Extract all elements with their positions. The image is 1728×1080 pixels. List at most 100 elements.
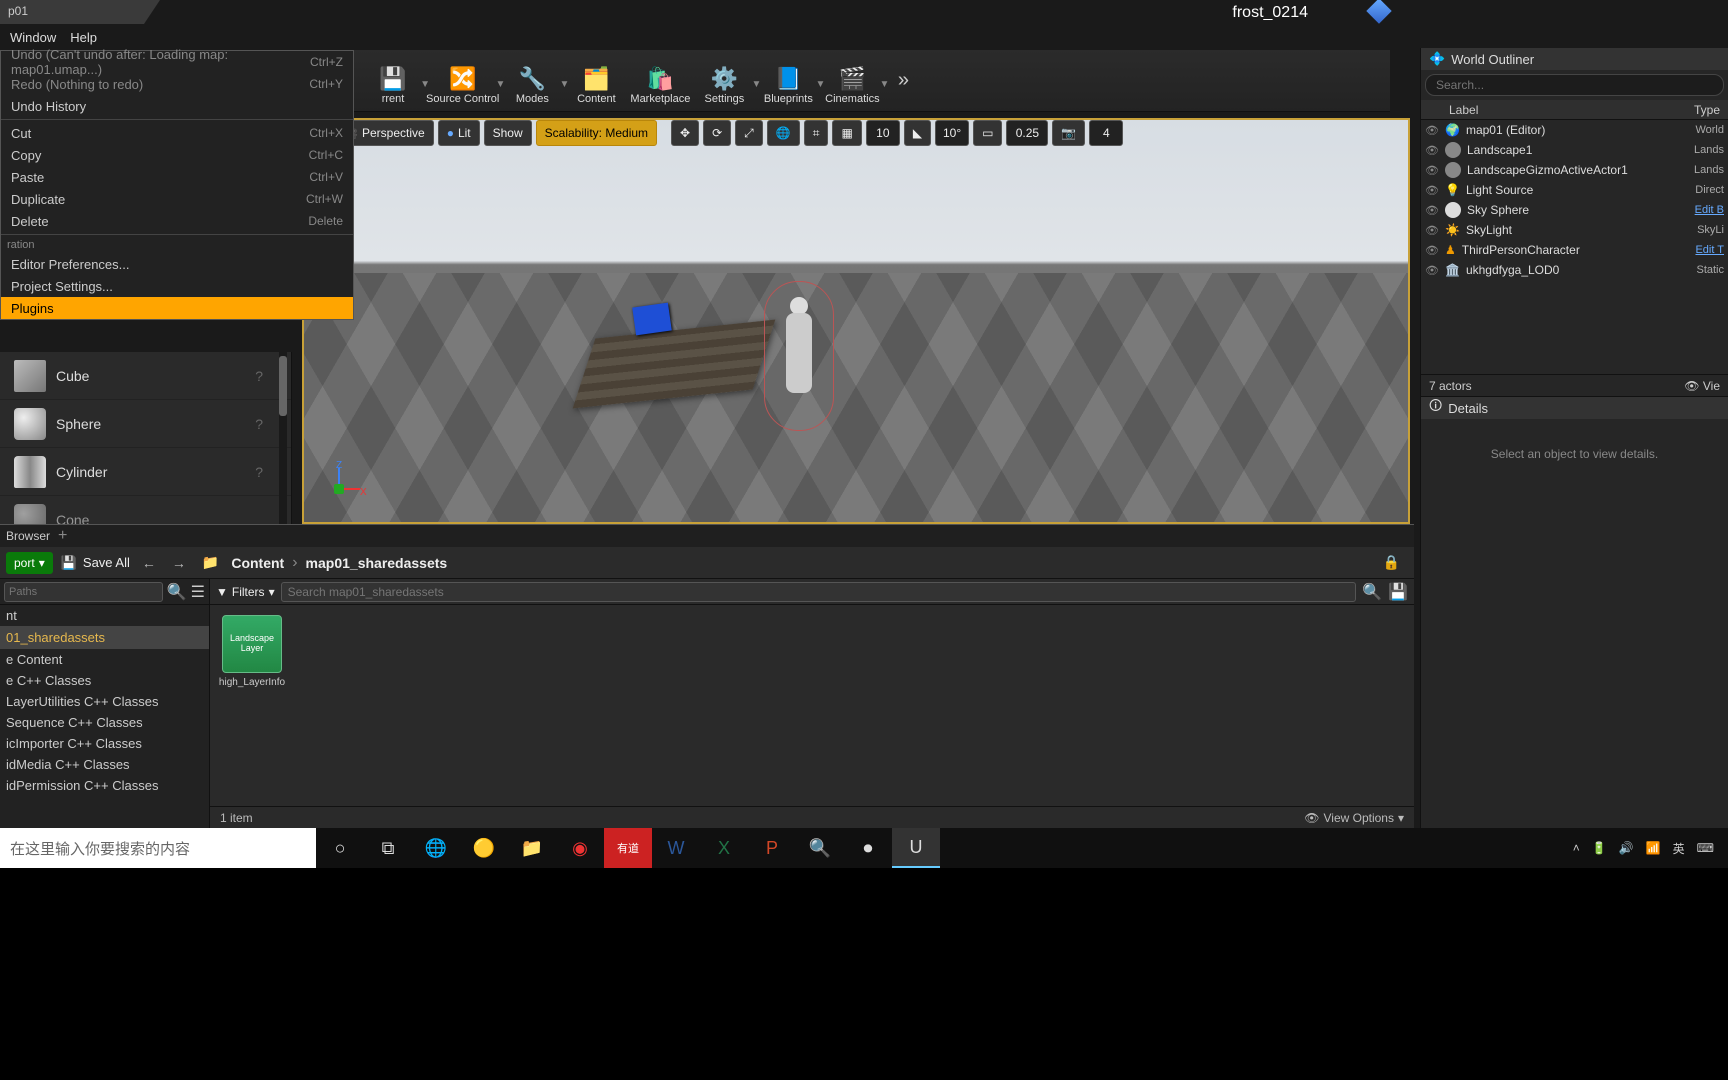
angle-snap-toggle[interactable]: ◣ [904, 120, 931, 146]
cb-tab[interactable]: Browser [6, 529, 50, 543]
app-icon[interactable]: 🔍 [796, 828, 844, 868]
excel-icon[interactable]: X [700, 828, 748, 868]
explorer-icon[interactable]: 📁 [508, 828, 556, 868]
sources-search-input[interactable] [4, 582, 163, 602]
scale-snap-toggle[interactable]: ▭ [973, 120, 1002, 146]
nav-forward-button[interactable]: → [168, 555, 190, 571]
outliner-col-label[interactable]: Label [1449, 103, 1478, 117]
volume-icon[interactable]: 🔊 [1619, 841, 1634, 855]
tree-item[interactable]: Sequence C++ Classes [0, 712, 209, 733]
tree-item[interactable]: e Content [0, 649, 209, 670]
edit-undo-history[interactable]: Undo History [1, 95, 353, 117]
lock-icon[interactable]: 🔒 [1383, 554, 1408, 571]
edit-plugins[interactable]: Plugins [1, 297, 353, 319]
grid-snap-value[interactable]: 10 [866, 120, 900, 146]
angle-snap-value[interactable]: 10° [935, 120, 969, 146]
cortana-icon[interactable]: ○ [316, 828, 364, 868]
outliner-row[interactable]: 👁☀️SkyLightSkyLi [1421, 220, 1728, 240]
edit-cut[interactable]: CutCtrl+X [1, 122, 353, 144]
grid-snap-toggle[interactable]: ▦ [832, 120, 861, 146]
system-tray[interactable]: ˄ 🔋 🔊 📶 英 ⌨ [1559, 840, 1728, 857]
edit-paste[interactable]: PasteCtrl+V [1, 166, 353, 188]
camera-speed-toggle[interactable]: 📷 [1052, 120, 1085, 146]
outliner-col-type[interactable]: Type [1694, 103, 1720, 117]
transform-mode-rotate[interactable]: ⟳ [703, 120, 731, 146]
scalability-dropdown[interactable]: Scalability: Medium [536, 120, 657, 146]
visibility-icon[interactable]: 👁 [1425, 244, 1439, 257]
outliner-search-input[interactable] [1425, 74, 1724, 96]
taskview-icon[interactable]: ⧉ [364, 828, 412, 868]
details-tab[interactable]: 🛈Details [1421, 397, 1728, 419]
transform-mode-select[interactable]: ✥ [671, 120, 699, 146]
nav-back-button[interactable]: ← [138, 555, 160, 571]
windows-search-input[interactable]: 在这里输入你要搜索的内容 [0, 828, 316, 868]
outliner-row[interactable]: 👁🏛️ukhgdfyga_LOD0Static [1421, 260, 1728, 280]
outliner-row[interactable]: 👁🌍map01 (Editor)World [1421, 120, 1728, 140]
visibility-icon[interactable]: 👁 [1425, 204, 1439, 217]
import-button[interactable]: port▾ [6, 552, 53, 574]
app-icon[interactable]: ◉ [556, 828, 604, 868]
tree-item[interactable]: LayerUtilities C++ Classes [0, 691, 209, 712]
toolbar-overflow-icon[interactable]: » [891, 69, 915, 93]
lit-dropdown[interactable]: ●Lit [438, 120, 480, 146]
collapse-icon[interactable]: ☰ [191, 582, 205, 602]
asset-search-input[interactable] [281, 582, 1357, 602]
viewport-3d[interactable]: Z X [302, 118, 1410, 524]
thirdperson-character-actor[interactable] [774, 297, 824, 427]
asset-item[interactable]: Landscape Layer high_LayerInfo [220, 615, 284, 688]
outliner-row[interactable]: 👁LandscapeGizmoActiveActor1Lands [1421, 160, 1728, 180]
save-search-icon[interactable]: 💾 [1388, 582, 1408, 602]
obs-icon[interactable]: ⏺ [844, 828, 892, 868]
palette-scrollbar[interactable] [279, 352, 287, 524]
outliner-row[interactable]: 👁Sky SphereEdit B [1421, 200, 1728, 220]
outliner-viewoptions[interactable]: 👁 Vie [1684, 379, 1720, 393]
breadcrumb-root[interactable]: Content [231, 555, 284, 571]
filters-button[interactable]: ▼Filters▾ [216, 585, 275, 599]
toolbar-modes-button[interactable]: 🔧Modes▼ [501, 53, 563, 109]
toolbar-content-button[interactable]: 🗂️Content [565, 53, 627, 109]
ime-label[interactable]: 英 [1673, 840, 1685, 857]
tree-item[interactable]: nt [0, 605, 209, 626]
scrollbar-thumb[interactable] [279, 356, 287, 416]
outliner-row[interactable]: 👁💡Light SourceDirect [1421, 180, 1728, 200]
visibility-icon[interactable]: 👁 [1425, 164, 1439, 177]
menu-window[interactable]: Window [10, 30, 56, 48]
tree-item-selected[interactable]: 01_sharedassets [0, 626, 209, 649]
edit-undo[interactable]: Undo (Can't undo after: Loading map: map… [1, 51, 353, 73]
edge-icon[interactable]: 🌐 [412, 828, 460, 868]
view-options-button[interactable]: 👁View Options▾ [1304, 811, 1404, 825]
palette-item-cylinder[interactable]: Cylinder? [0, 448, 291, 496]
palette-item-sphere[interactable]: Sphere? [0, 400, 291, 448]
toolbar-sourcecontrol-button[interactable]: 🔀Source Control▼ [426, 53, 499, 109]
edit-duplicate[interactable]: DuplicateCtrl+W [1, 188, 353, 210]
outliner-row[interactable]: 👁♟ThirdPersonCharacterEdit T [1421, 240, 1728, 260]
tree-item[interactable]: idMedia C++ Classes [0, 754, 209, 775]
save-all-button[interactable]: 💾Save All [61, 555, 130, 571]
edit-delete[interactable]: DeleteDelete [1, 210, 353, 232]
powerpoint-icon[interactable]: P [748, 828, 796, 868]
outliner-row[interactable]: 👁Landscape1Lands [1421, 140, 1728, 160]
search-icon[interactable]: 🔍 [1362, 582, 1382, 602]
transform-mode-scale[interactable]: ⤢ [735, 120, 763, 146]
toolbar-savecurrent-button[interactable]: 💾rrent▼ [362, 53, 424, 109]
folder-icon[interactable]: 📁 [198, 554, 223, 571]
edit-editor-preferences[interactable]: Editor Preferences... [1, 253, 353, 275]
coord-space-toggle[interactable]: 🌐 [767, 120, 800, 146]
word-icon[interactable]: W [652, 828, 700, 868]
level-tab[interactable]: p01 [0, 0, 160, 24]
visibility-icon[interactable]: 👁 [1425, 184, 1439, 197]
palette-item-cube[interactable]: Cube? [0, 352, 291, 400]
edit-copy[interactable]: CopyCtrl+C [1, 144, 353, 166]
toolbar-marketplace-button[interactable]: 🛍️Marketplace [629, 53, 691, 109]
visibility-icon[interactable]: 👁 [1425, 224, 1439, 237]
show-dropdown[interactable]: Show [484, 120, 532, 146]
youdao-icon[interactable]: 有道 [604, 828, 652, 868]
wifi-icon[interactable]: 📶 [1646, 841, 1661, 855]
unreal-icon[interactable]: U [892, 828, 940, 868]
toolbar-cinematics-button[interactable]: 🎬Cinematics▼ [821, 53, 883, 109]
tree-item[interactable]: e C++ Classes [0, 670, 209, 691]
chevron-up-icon[interactable]: ˄ [1573, 841, 1580, 855]
tree-item[interactable]: icImporter C++ Classes [0, 733, 209, 754]
keyboard-icon[interactable]: ⌨ [1697, 841, 1714, 855]
outliner-header[interactable]: Label Type [1421, 100, 1728, 120]
